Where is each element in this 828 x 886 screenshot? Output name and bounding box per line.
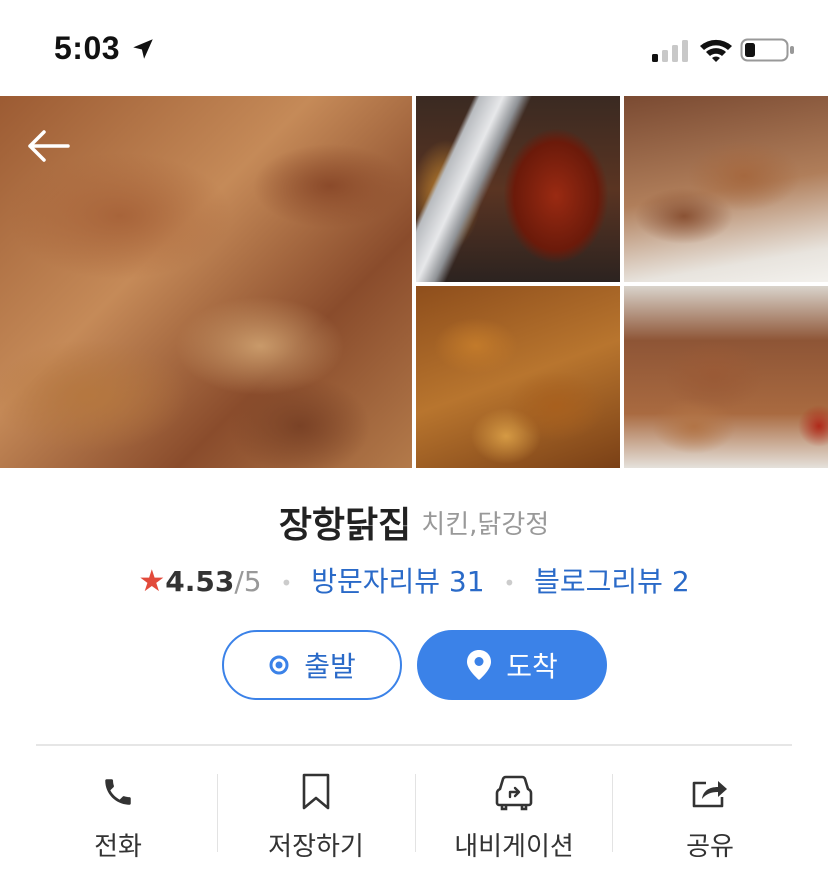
call-label: 전화: [94, 832, 142, 862]
star-icon: ★: [138, 564, 166, 599]
origin-dot-icon: [268, 654, 290, 676]
photo-gallery: [0, 96, 828, 468]
navigation-action[interactable]: 내비게이션: [416, 768, 612, 868]
gallery-photo[interactable]: [624, 96, 828, 282]
share-icon: [612, 768, 808, 816]
divider: [36, 744, 792, 746]
share-action[interactable]: 공유: [612, 768, 808, 868]
wifi-icon: [700, 39, 732, 62]
blog-reviews-link[interactable]: 블로그리뷰 2: [534, 565, 690, 598]
separator-dot: •: [503, 571, 516, 595]
status-bar: 5:03: [0, 0, 828, 96]
arrive-button-label: 도착: [506, 650, 558, 683]
map-pin-icon: [466, 649, 492, 681]
start-button[interactable]: 출발: [222, 630, 402, 700]
gallery-photo[interactable]: [416, 286, 620, 468]
cellular-signal-icon: [652, 40, 688, 62]
gallery-photo[interactable]: [624, 286, 828, 468]
share-label: 공유: [686, 832, 734, 862]
place-name: 장항닭집: [278, 505, 412, 546]
save-action[interactable]: 저장하기: [218, 768, 414, 868]
place-header: 장항닭집 치킨,닭강정: [0, 496, 828, 548]
battery-icon: [740, 38, 794, 62]
separator-dot: •: [280, 571, 293, 595]
call-action[interactable]: 전화: [20, 768, 216, 868]
rating-score: 4.53: [165, 565, 235, 598]
gallery-photo[interactable]: [416, 96, 620, 282]
bookmark-icon: [218, 768, 414, 816]
save-label: 저장하기: [268, 832, 364, 862]
status-time: 5:03: [54, 30, 121, 66]
place-category: 치킨,닭강정: [421, 509, 550, 540]
arrive-button[interactable]: 도착: [417, 630, 607, 700]
back-arrow-icon[interactable]: [22, 126, 74, 166]
phone-icon: [20, 768, 216, 816]
location-arrow-icon: [133, 39, 153, 59]
rating-row: ★4.53/5 • 방문자리뷰 31 • 블로그리뷰 2: [0, 560, 828, 600]
rating-max: /5: [234, 565, 262, 598]
car-navigation-icon: [416, 768, 612, 816]
start-button-label: 출발: [304, 650, 356, 683]
navigation-label: 내비게이션: [454, 832, 574, 862]
visitor-reviews-link[interactable]: 방문자리뷰 31: [311, 565, 484, 598]
